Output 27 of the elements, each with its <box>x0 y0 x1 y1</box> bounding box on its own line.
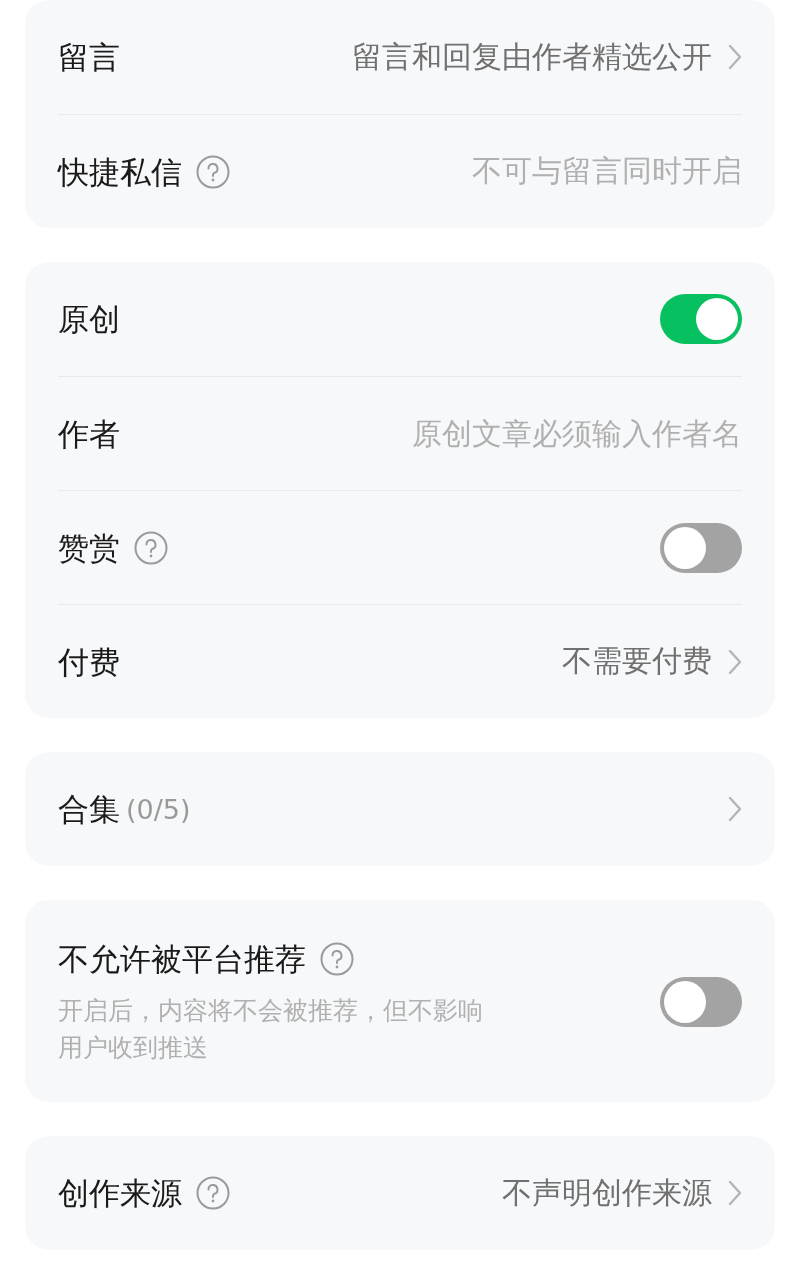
setting-label: 赞赏 <box>58 528 120 568</box>
setting-label: 原创 <box>58 300 120 339</box>
help-icon[interactable] <box>320 942 354 976</box>
help-icon[interactable] <box>196 1176 230 1210</box>
count-text: (0/5) <box>126 793 191 825</box>
setting-label: 创作来源 <box>58 1174 182 1213</box>
setting-value[interactable]: 留言和回复由作者精选公开 <box>352 36 712 78</box>
setting-value[interactable]: 不声明创作来源 <box>502 1172 712 1214</box>
help-icon[interactable] <box>134 530 168 565</box>
toggle-switch[interactable] <box>660 294 742 344</box>
chevron-icon[interactable] <box>728 1180 742 1206</box>
setting-label: 快捷私信 <box>58 152 182 192</box>
help-icon[interactable] <box>196 154 230 189</box>
setting-label: 不允许被平台推荐 <box>58 940 306 979</box>
toggle-switch[interactable] <box>660 522 742 573</box>
chevron-icon[interactable] <box>728 44 742 70</box>
setting-label: 作者 <box>58 414 120 454</box>
setting-label: 留言 <box>58 38 120 77</box>
author-field[interactable]: 原创文章必须输入作者名 <box>342 416 742 451</box>
setting-value[interactable]: 不需要付费 <box>562 641 712 682</box>
hint-text: 不可与留言同时开启 <box>472 152 742 190</box>
setting-label: 合集 <box>58 790 120 829</box>
chevron-icon[interactable] <box>728 796 742 822</box>
chevron-icon[interactable] <box>728 648 742 675</box>
toggle-switch[interactable] <box>660 977 742 1027</box>
setting-label: 付费 <box>58 642 120 682</box>
description-text: 开启后，内容将不会被推荐，但不影响用户收到推送 <box>58 995 484 1064</box>
